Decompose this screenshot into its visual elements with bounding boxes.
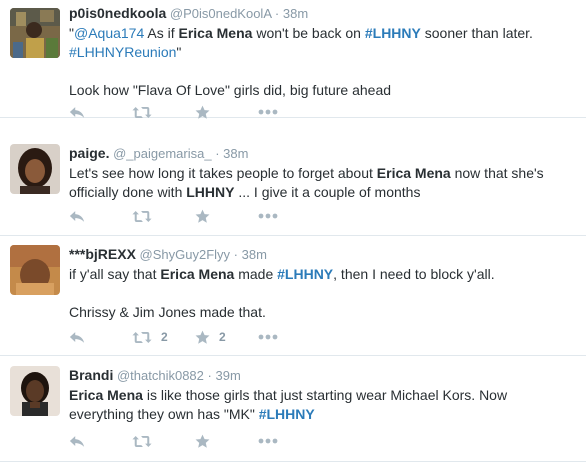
retweet-icon [132, 331, 152, 344]
retweet-icon [132, 106, 152, 119]
tweet-timestamp[interactable]: 38m [283, 6, 308, 21]
favorite-button[interactable]: 2 [195, 330, 258, 345]
reply-icon [69, 106, 85, 119]
more-icon [258, 438, 278, 444]
hashtag-link[interactable]: #LHHNYReunion [69, 44, 176, 60]
tweet[interactable]: Brandi @thatchik0882 · 39m Erica Mena is… [0, 356, 586, 462]
tweet-timeline: p0is0nedkoola @P0is0nedKoolA · 38m " @Aqu… [0, 0, 586, 469]
more-button[interactable] [258, 213, 321, 219]
more-button[interactable] [258, 109, 321, 115]
author-handle[interactable]: @_paigemarisa_ [113, 146, 211, 161]
author-name[interactable]: Brandi [69, 367, 113, 383]
avatar[interactable] [10, 144, 60, 194]
tweet-timestamp[interactable]: 38m [242, 247, 267, 262]
favorite-icon [195, 434, 210, 449]
mention-link[interactable]: @Aqua174 [74, 25, 144, 41]
retweet-button[interactable] [132, 210, 195, 223]
author-handle[interactable]: @P0is0nedKoolA [170, 6, 271, 21]
text-fragment: made [234, 266, 278, 282]
text-fragment: is like those girls that just starting w… [142, 387, 508, 403]
more-icon [258, 109, 278, 115]
text-fragment: now that she's [450, 165, 544, 181]
time-separator: · [207, 368, 212, 383]
more-button[interactable] [258, 438, 321, 444]
text-fragment: ... I give it a couple of months [234, 184, 421, 200]
text-fragment: if y'all say that [69, 266, 161, 282]
text-fragment: Let's see how long it takes people to fo… [69, 165, 377, 181]
retweet-button[interactable]: 2 [132, 330, 195, 344]
tweet-text: Let's see how long it takes people to fo… [69, 164, 576, 202]
favorite-button[interactable] [195, 434, 258, 449]
favorite-count: 2 [219, 330, 226, 344]
hashtag-link[interactable]: #LHHNY [365, 25, 421, 41]
tweet[interactable]: paige. @_paigemarisa_ · 38m Let's see ho… [0, 118, 586, 236]
hashtag-link[interactable]: #LHHNY [277, 266, 333, 282]
tweet-timestamp[interactable]: 38m [223, 146, 248, 161]
avatar[interactable] [10, 245, 60, 295]
author-name[interactable]: paige. [69, 145, 109, 161]
text-fragment: sooner than later. [420, 25, 533, 41]
reply-button[interactable] [69, 331, 132, 344]
time-separator: · [215, 146, 220, 161]
author-handle[interactable]: @ShyGuy2Flyy [140, 247, 231, 262]
tweet-text: if y'all say that Erica Mena made #LHHNY… [69, 265, 576, 322]
time-separator: · [233, 247, 239, 262]
more-icon [258, 334, 278, 340]
more-icon [258, 213, 278, 219]
tweet-actions [69, 207, 321, 225]
text-fragment: , then I need to block y'all. [333, 266, 495, 282]
favorite-icon [195, 209, 210, 224]
avatar[interactable] [10, 366, 60, 416]
time-separator: · [274, 6, 280, 21]
author-handle[interactable]: @thatchik0882 [117, 368, 204, 383]
text-fragment: " [176, 44, 182, 60]
retweet-icon [132, 435, 152, 448]
more-button[interactable] [258, 334, 321, 340]
tweet-text: " @Aqua174 As if Erica Mena won't be back… [69, 24, 576, 100]
tweet[interactable]: ***bjREXX @ShyGuy2Flyy · 38m if y'all sa… [0, 236, 586, 356]
highlight-term: Erica Mena [178, 25, 253, 41]
reply-button[interactable] [69, 435, 132, 448]
reply-button[interactable] [69, 106, 132, 119]
text-fragment: won't be back on [252, 25, 365, 41]
retweet-button[interactable] [132, 106, 195, 119]
highlight-term: LHHNY [186, 184, 235, 200]
tweet[interactable]: p0is0nedkoola @P0is0nedKoolA · 38m " @Aqu… [0, 0, 586, 118]
reply-icon [69, 435, 85, 448]
retweet-icon [132, 210, 152, 223]
retweet-count: 2 [161, 330, 168, 344]
text-fragment: officially done with [69, 184, 187, 200]
hashtag-link[interactable]: #LHHNY [259, 406, 315, 422]
favorite-button[interactable] [195, 209, 258, 224]
text-fragment: Look how "Flava Of Love" girls did, big … [69, 82, 392, 98]
tweet-actions [69, 432, 321, 450]
author-name[interactable]: p0is0nedkoola [69, 5, 166, 21]
text-fragment: everything they own has "MK" [69, 406, 259, 422]
retweet-button[interactable] [132, 435, 195, 448]
favorite-icon [195, 330, 210, 345]
tweet-text: Erica Mena is like those girls that just… [69, 386, 576, 424]
author-name[interactable]: ***bjREXX [69, 246, 136, 262]
tweet-actions: 2 2 [69, 328, 321, 346]
reply-icon [69, 331, 85, 344]
tweet-timestamp[interactable]: 39m [215, 368, 240, 383]
text-fragment: Chrissy & Jim Jones made that. [69, 304, 266, 320]
avatar[interactable] [10, 8, 60, 58]
reply-icon [69, 210, 85, 223]
highlight-term: Erica Mena [160, 266, 235, 282]
reply-button[interactable] [69, 210, 132, 223]
text-fragment: As if [144, 25, 179, 41]
highlight-term: Erica Mena [69, 387, 143, 403]
highlight-term: Erica Mena [376, 165, 451, 181]
